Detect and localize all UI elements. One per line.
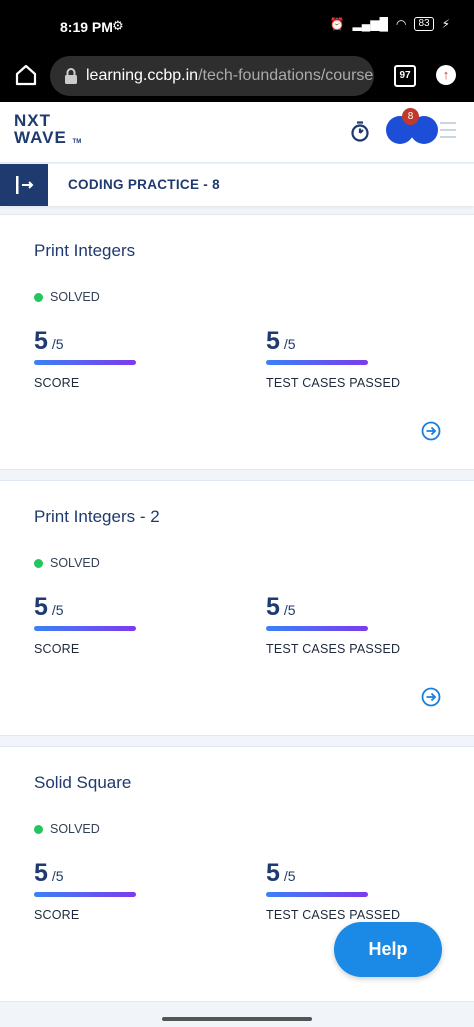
arrow-right-circle-icon[interactable]: [421, 421, 441, 441]
question-title: Print Integers - 2: [34, 507, 160, 526]
url-domain: learning.ccbp.in: [86, 67, 199, 84]
gesture-bar: [162, 1017, 312, 1021]
test-cases-metric: 5/5 TEST CASES PASSED: [266, 859, 400, 922]
score-total: /5: [51, 868, 64, 884]
hamburger-menu-icon[interactable]: [440, 122, 456, 143]
address-bar[interactable]: learning.ccbp.in/tech-foundations/course: [50, 56, 374, 96]
score-progress-bar: [34, 360, 136, 365]
status-bar: 8:19 PM ⚙ ⏰ ▂▄▆█ ◠ 83 ⚡: [0, 0, 474, 52]
tests-total: /5: [283, 336, 296, 352]
score-total: /5: [51, 602, 64, 618]
score-label: SCORE: [34, 642, 80, 656]
question-title: Print Integers: [34, 241, 136, 260]
test-cases-metric: 5/5 TEST CASES PASSED: [266, 593, 400, 656]
charging-icon: ⚡: [441, 17, 450, 31]
tests-label: TEST CASES PASSED: [266, 642, 401, 656]
tab-switcher-button[interactable]: 97: [394, 65, 416, 87]
status-text: SOLVED: [50, 556, 100, 570]
score-metric: 5/5 SCORE: [34, 327, 136, 390]
question-card[interactable]: Print Integers - 2 SOLVED 5/5 SCORE 5/5 …: [0, 480, 474, 736]
tests-total: /5: [283, 868, 296, 884]
url-path: /tech-foundations/course: [198, 67, 374, 84]
tests-label: TEST CASES PASSED: [266, 376, 401, 390]
update-icon[interactable]: ↑: [436, 65, 456, 85]
score-label: SCORE: [34, 376, 80, 390]
notification-badge: 8: [402, 108, 419, 125]
logo-line-2: WAVE: [14, 128, 67, 147]
wifi-icon: ◠: [395, 17, 407, 31]
status-badge: SOLVED: [34, 556, 100, 570]
battery-icon: 83: [414, 17, 434, 31]
section-bar: CODING PRACTICE - 8: [0, 164, 474, 206]
tests-progress-bar: [266, 626, 368, 631]
score-total: /5: [51, 336, 64, 352]
tests-label: TEST CASES PASSED: [266, 908, 401, 922]
settings-gear-icon: ⚙: [112, 18, 124, 33]
nxtwave-logo[interactable]: NXT WAVE TM: [14, 112, 81, 151]
solved-dot-icon: [34, 292, 43, 302]
browser-bar: learning.ccbp.in/tech-foundations/course…: [0, 52, 474, 102]
tests-value: 5: [266, 327, 280, 355]
signal-icon: ▂▄▆█: [352, 17, 388, 31]
question-card[interactable]: Print Integers SOLVED 5/5 SCORE 5/5 TEST…: [0, 214, 474, 470]
sidebar-toggle-button[interactable]: [0, 164, 48, 206]
score-metric: 5/5 SCORE: [34, 859, 136, 922]
section-title: CODING PRACTICE - 8: [68, 177, 220, 192]
tests-progress-bar: [266, 892, 368, 897]
stopwatch-icon[interactable]: [349, 120, 371, 142]
status-badge: SOLVED: [34, 822, 100, 836]
status-time: 8:19 PM: [60, 19, 113, 35]
solved-dot-icon: [34, 558, 43, 568]
status-badge: SOLVED: [34, 290, 100, 304]
score-progress-bar: [34, 626, 136, 631]
lock-icon: [65, 68, 77, 84]
app-header: NXT WAVE TM 8: [0, 102, 474, 163]
help-button[interactable]: Help: [334, 922, 442, 977]
score-value: 5: [34, 859, 48, 887]
score-value: 5: [34, 327, 48, 355]
status-text: SOLVED: [50, 290, 100, 304]
score-progress-bar: [34, 892, 136, 897]
status-icons: ⏰ ▂▄▆█ ◠ 83 ⚡: [330, 17, 450, 31]
tests-progress-bar: [266, 360, 368, 365]
tests-value: 5: [266, 593, 280, 621]
tests-value: 5: [266, 859, 280, 887]
logo-tm: TM: [72, 139, 82, 145]
score-label: SCORE: [34, 908, 80, 922]
solved-dot-icon: [34, 824, 43, 834]
question-title: Solid Square: [34, 773, 132, 792]
arrow-right-circle-icon[interactable]: [421, 687, 441, 707]
home-icon[interactable]: [14, 63, 38, 87]
status-text: SOLVED: [50, 822, 100, 836]
sidebar-expand-icon: [16, 176, 34, 194]
logo-line-1: NXT: [14, 111, 51, 130]
score-metric: 5/5 SCORE: [34, 593, 136, 656]
tests-total: /5: [283, 602, 296, 618]
alarm-icon: ⏰: [329, 17, 345, 31]
profile-menu[interactable]: 8: [386, 108, 456, 146]
test-cases-metric: 5/5 TEST CASES PASSED: [266, 327, 400, 390]
score-value: 5: [34, 593, 48, 621]
